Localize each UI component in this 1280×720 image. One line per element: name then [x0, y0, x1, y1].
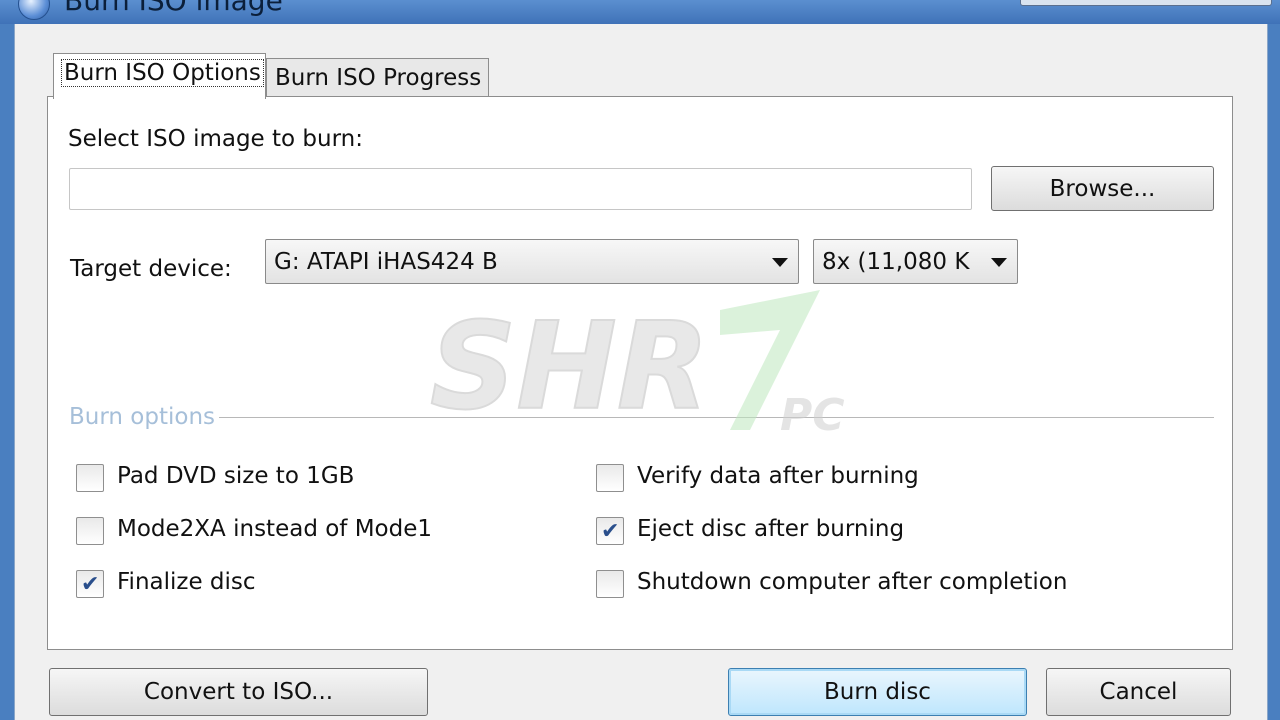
mode2xa-label: Mode2XA instead of Mode1 [117, 516, 433, 542]
tab-label: Burn ISO Options [61, 59, 264, 87]
verify-data-label: Verify data after burning [637, 463, 919, 489]
tab-burn-iso-progress[interactable]: Burn ISO Progress [266, 58, 489, 96]
convert-to-iso-button[interactable]: Convert to ISO... [49, 668, 428, 716]
chevron-down-icon [772, 258, 788, 267]
target-device-dropdown[interactable]: G: ATAPI iHAS424 B [265, 239, 799, 284]
burn-options-divider [69, 417, 1214, 418]
tab-burn-iso-options[interactable]: Burn ISO Options [53, 53, 266, 99]
write-speed-dropdown[interactable]: 8x (11,080 K [813, 239, 1018, 284]
finalize-disc-label: Finalize disc [117, 569, 256, 595]
target-device-label: Target device: [70, 256, 232, 282]
checkmark-icon: ✔ [81, 572, 100, 597]
shutdown-label: Shutdown computer after completion [637, 569, 1068, 595]
browse-button-label: Browse... [1049, 175, 1156, 202]
window-controls[interactable] [1020, 0, 1272, 6]
finalize-disc-checkbox[interactable]: ✔ [76, 570, 104, 598]
target-device-value: G: ATAPI iHAS424 B [274, 248, 498, 275]
pad-dvd-checkbox[interactable] [76, 464, 104, 492]
eject-disc-checkbox[interactable]: ✔ [596, 517, 624, 545]
browse-button[interactable]: Browse... [991, 166, 1214, 211]
chevron-down-icon [991, 258, 1007, 267]
shutdown-checkbox[interactable] [596, 570, 624, 598]
select-iso-label: Select ISO image to burn: [68, 126, 363, 152]
verify-data-checkbox[interactable] [596, 464, 624, 492]
iso-path-input[interactable] [69, 168, 972, 210]
tab-label: Burn ISO Progress [275, 65, 482, 91]
window-title: Burn ISO image [64, 0, 283, 17]
options-content: Select ISO image to burn: Browse... Targ… [47, 96, 1233, 650]
convert-to-iso-label: Convert to ISO... [143, 679, 334, 705]
write-speed-value: 8x (11,080 K [822, 248, 970, 275]
pad-dvd-label: Pad DVD size to 1GB [117, 463, 355, 489]
mode2xa-checkbox[interactable] [76, 517, 104, 545]
cancel-label: Cancel [1099, 679, 1178, 705]
eject-disc-label: Eject disc after burning [637, 516, 905, 542]
burn-disc-button[interactable]: Burn disc [728, 668, 1027, 716]
burn-options-group-label: Burn options [69, 404, 220, 430]
checkmark-icon: ✔ [601, 519, 620, 544]
cancel-button[interactable]: Cancel [1046, 668, 1231, 716]
burn-disc-label: Burn disc [824, 679, 931, 705]
